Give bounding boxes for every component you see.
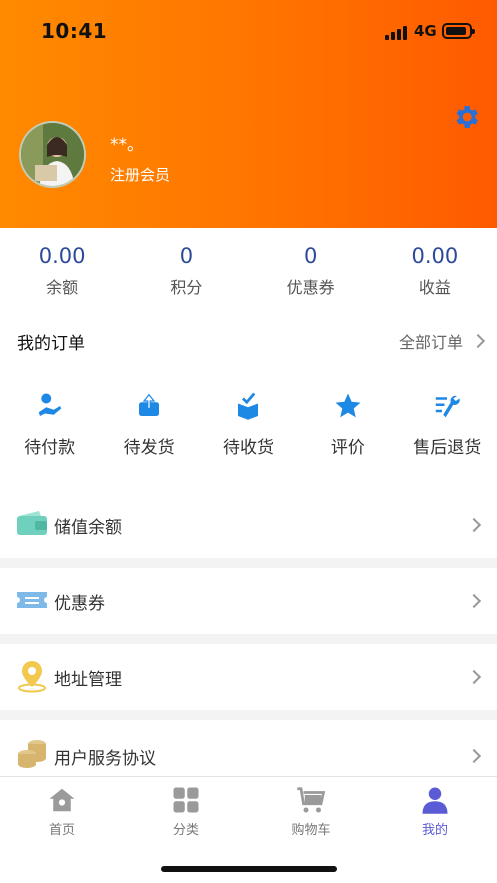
stat-label: 积分 <box>170 278 203 297</box>
stat-value: 0.00 <box>411 244 459 268</box>
all-orders-link[interactable]: 全部订单 <box>398 329 486 353</box>
order-pending-shipment[interactable]: 待发货 <box>99 385 198 465</box>
order-label: 待收货 <box>222 438 274 458</box>
signal-icon <box>385 24 407 40</box>
tab-label: 分类 <box>172 823 199 838</box>
chevron-right-icon <box>466 517 482 533</box>
wallet-icon <box>17 511 47 535</box>
order-pending-payment[interactable]: 待付款 <box>0 385 99 465</box>
chevron-right-icon <box>466 748 482 764</box>
profile-header: 10:41 4G **。 注册会员 <box>0 0 497 228</box>
menu-address[interactable]: 地址管理 <box>0 644 497 710</box>
orders-header: 我的订单 全部订单 <box>0 318 497 362</box>
box-check-icon <box>238 392 259 420</box>
chevron-right-icon <box>470 333 486 349</box>
tab-cart[interactable]: 购物车 <box>271 785 351 838</box>
menu-user-agreement[interactable]: 用户服务协议 <box>0 720 497 776</box>
stat-value: 0 <box>303 244 318 268</box>
coins-icon <box>18 740 46 768</box>
stat-coupons[interactable]: 0 优惠券 <box>249 228 373 308</box>
stat-balance[interactable]: 0.00 余额 <box>0 228 124 308</box>
stat-value: 0.00 <box>38 244 86 268</box>
stat-label: 收益 <box>418 278 451 297</box>
user-icon <box>422 787 448 814</box>
status-time: 10:41 <box>41 19 108 43</box>
network-type: 4G <box>414 22 437 40</box>
wrench-list-icon <box>436 395 460 418</box>
menu-coupons[interactable]: 优惠券 <box>0 568 497 634</box>
ticket-icon <box>17 592 47 608</box>
order-review[interactable]: 评价 <box>298 385 397 465</box>
home-icon <box>49 788 75 812</box>
location-pin-icon <box>18 661 46 693</box>
tab-label: 我的 <box>421 823 448 838</box>
member-level: 注册会员 <box>110 166 171 184</box>
settings-gear-icon[interactable] <box>451 102 481 132</box>
menu-label: 用户服务协议 <box>54 749 156 769</box>
status-bar: 10:41 4G <box>0 0 497 62</box>
tab-label: 购物车 <box>291 823 331 838</box>
tab-label: 首页 <box>48 823 75 838</box>
avatar[interactable] <box>19 121 86 188</box>
account-stats: 0.00 余额 0 积分 0 优惠券 0.00 收益 <box>0 228 497 308</box>
divider <box>0 634 497 644</box>
stat-earnings[interactable]: 0.00 收益 <box>373 228 497 308</box>
home-indicator <box>161 866 337 872</box>
menu-label: 储值余额 <box>54 518 122 538</box>
category-grid-icon <box>173 787 199 813</box>
order-label: 评价 <box>330 438 365 458</box>
tab-mine[interactable]: 我的 <box>395 785 475 838</box>
order-label: 待付款 <box>24 438 76 458</box>
chevron-right-icon <box>466 593 482 609</box>
divider <box>0 558 497 568</box>
box-upload-icon <box>139 393 160 416</box>
star-icon <box>335 393 361 418</box>
divider <box>0 710 497 720</box>
menu-label: 地址管理 <box>54 670 122 690</box>
tab-category[interactable]: 分类 <box>146 785 226 838</box>
cart-icon <box>297 787 326 813</box>
menu-stored-balance[interactable]: 储值余额 <box>0 492 497 558</box>
all-orders-label: 全部订单 <box>398 333 463 352</box>
order-label: 售后退货 <box>413 438 482 458</box>
battery-icon <box>442 23 475 39</box>
tab-home[interactable]: 首页 <box>22 785 102 838</box>
user-name: **。 <box>110 135 144 155</box>
orders-title: 我的订单 <box>17 334 85 354</box>
order-status-row: 待付款 待发货 待收货 评价 售后退货 <box>0 385 497 465</box>
stat-value: 0 <box>179 244 194 268</box>
menu-label: 优惠券 <box>54 594 105 614</box>
chevron-right-icon <box>466 669 482 685</box>
payment-hand-icon <box>38 393 61 416</box>
stat-label: 余额 <box>46 278 79 297</box>
order-label: 待发货 <box>123 438 175 458</box>
order-pending-receipt[interactable]: 待收货 <box>199 385 298 465</box>
stat-points[interactable]: 0 积分 <box>124 228 248 308</box>
stat-label: 优惠券 <box>286 278 335 297</box>
order-after-sales[interactable]: 售后退货 <box>398 385 497 465</box>
